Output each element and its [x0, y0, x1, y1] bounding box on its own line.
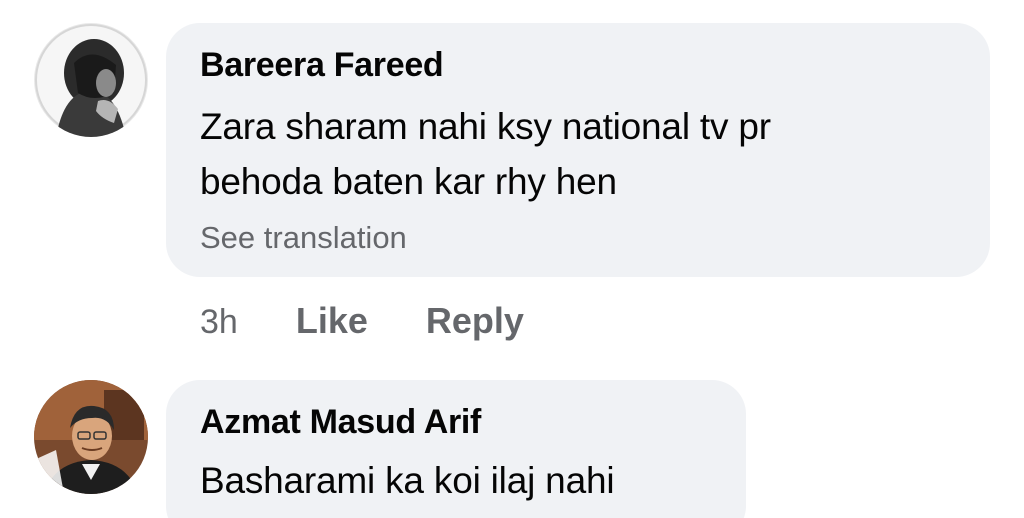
- comments-thread: Bareera Fareed Zara sharam nahi ksy nati…: [0, 0, 1024, 518]
- comment-actions: 3h Like Reply: [200, 300, 582, 342]
- avatar[interactable]: [34, 23, 148, 137]
- comment-author[interactable]: Bareera Fareed: [200, 46, 444, 85]
- comment-timestamp: 3h: [200, 303, 238, 341]
- profile-photo-icon: [34, 23, 148, 137]
- profile-photo-icon: [34, 380, 148, 494]
- comment-text-line: Zara sharam nahi ksy national tv pr: [200, 106, 771, 147]
- reply-button[interactable]: Reply: [426, 300, 524, 342]
- see-translation-link[interactable]: See translation: [200, 220, 407, 256]
- comment-author[interactable]: Azmat Masud Arif: [200, 403, 481, 442]
- comment-text-line: Basharami ka koi ilaj nahi: [200, 460, 615, 501]
- avatar[interactable]: [34, 380, 148, 494]
- like-button[interactable]: Like: [296, 300, 368, 342]
- comment-text-line: behoda baten kar rhy hen: [200, 161, 617, 202]
